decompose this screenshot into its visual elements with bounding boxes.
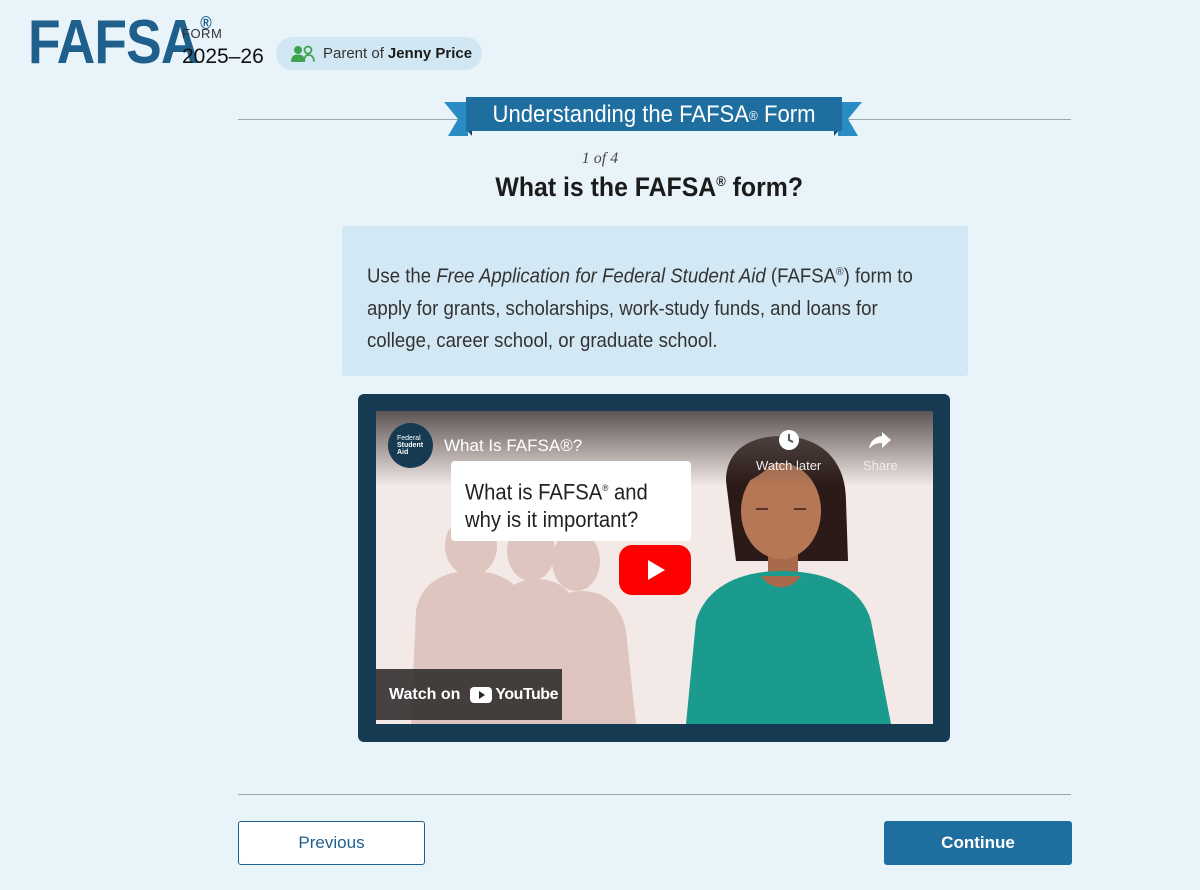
play-icon xyxy=(619,545,691,595)
share-icon xyxy=(869,432,892,449)
watch-on-youtube-link[interactable]: Watch on YouTube xyxy=(376,669,562,720)
step-indicator: 1 of 4 xyxy=(581,150,619,167)
youtube-logo-icon: YouTube xyxy=(470,686,558,704)
continue-button[interactable]: Continue xyxy=(884,821,1072,865)
section-title: Understanding the FAFSA ® Form xyxy=(492,101,816,128)
watch-later-label: Watch later xyxy=(756,458,822,473)
video-player[interactable]: Federal Student Aid What Is FAFSA®? Watc… xyxy=(376,411,933,724)
share-label: Share xyxy=(863,458,898,473)
page-title: What is the FAFSA® form? xyxy=(495,172,804,202)
previous-button[interactable]: Previous xyxy=(238,821,425,865)
channel-avatar[interactable]: Federal Student Aid xyxy=(388,423,433,468)
role-badge: Parent of Jenny Price xyxy=(276,37,482,70)
clock-icon xyxy=(778,430,799,450)
role-prefix: Parent of xyxy=(323,45,384,62)
video-title[interactable]: What Is FAFSA®? xyxy=(444,436,582,456)
info-text: Use the Free Application for Federal Stu… xyxy=(367,265,913,352)
info-box: Use the Free Application for Federal Stu… xyxy=(342,226,968,376)
form-year: 2025–26 xyxy=(182,45,264,68)
footer-divider xyxy=(238,794,1071,795)
users-icon xyxy=(291,45,315,63)
play-button[interactable] xyxy=(619,545,691,595)
share-button[interactable]: Share xyxy=(863,429,898,473)
role-name: Jenny Price xyxy=(387,45,473,62)
video-title-card: What is FAFSA® and why is it important? xyxy=(451,461,691,541)
watch-later-button[interactable]: Watch later xyxy=(756,429,821,473)
form-label: FORM xyxy=(182,26,223,41)
